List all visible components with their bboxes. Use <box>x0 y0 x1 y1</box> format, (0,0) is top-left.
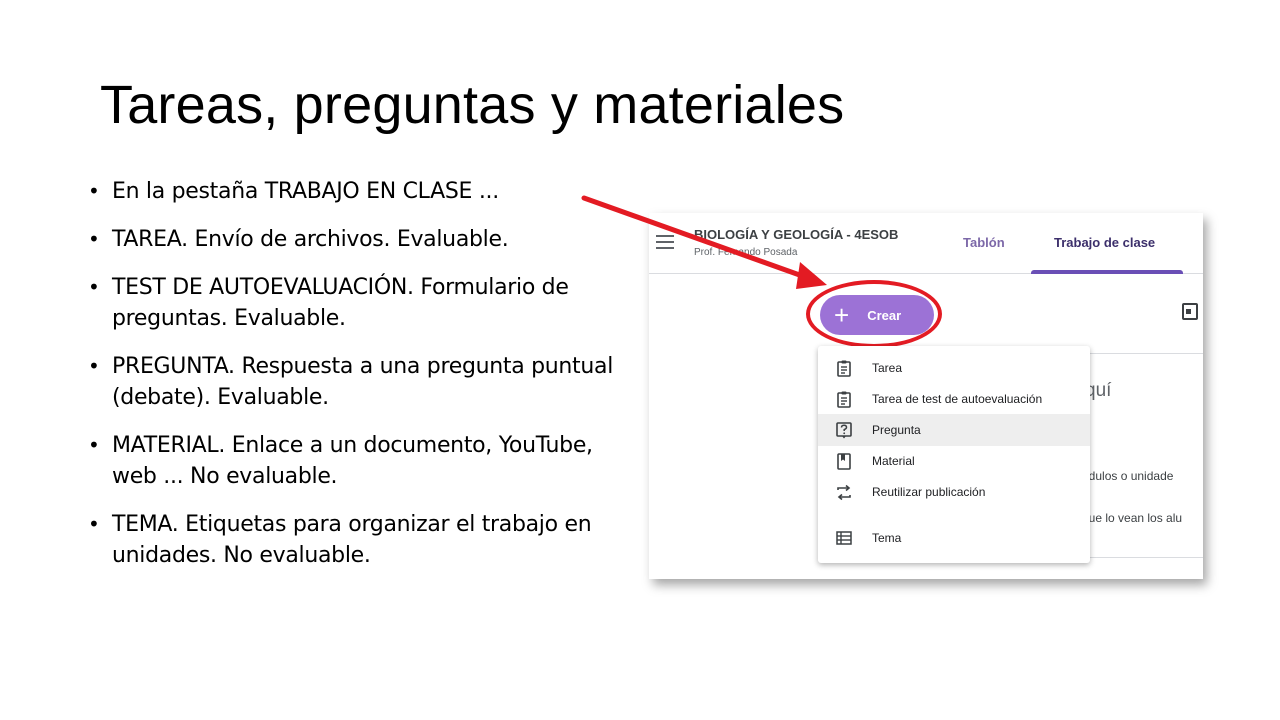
menu-item-tema[interactable]: Tema <box>818 522 1090 554</box>
menu-item-pregunta[interactable]: Pregunta <box>818 414 1090 446</box>
menu-item-material[interactable]: Material <box>818 445 1090 477</box>
bullet-dot-icon: • <box>88 433 100 457</box>
bullet-item: • TAREA. Envío de archivos. Evaluable. <box>88 224 618 255</box>
calendar-icon[interactable] <box>1182 303 1198 320</box>
question-icon <box>836 421 852 439</box>
bullet-dot-icon: • <box>88 512 100 536</box>
course-name: BIOLOGÍA Y GEOLOGÍA - 4ESOB <box>694 227 899 242</box>
bullet-item: • PREGUNTA. Respuesta a una pregunta punt… <box>88 351 618 413</box>
course-teacher: Prof. Fernando Posada <box>694 247 798 258</box>
quiz-assignment-icon <box>836 390 852 408</box>
reuse-icon <box>836 483 852 501</box>
background-text-line: que lo vean los alu <box>1082 511 1183 525</box>
background-text-line: ódulos o unidade <box>1082 469 1174 483</box>
bullet-list: • En la pestaña TRABAJO EN CLASE ... • TAR… <box>88 176 618 588</box>
menu-icon[interactable] <box>656 235 674 249</box>
bullet-item: • TEMA. Etiquetas para organizar el traba… <box>88 509 618 571</box>
classroom-header: BIOLOGÍA Y GEOLOGÍA - 4ESOB Prof. Fernan… <box>649 213 1203 274</box>
create-menu: Tarea Tarea de test de autoevaluación Pr… <box>818 346 1090 563</box>
bullet-dot-icon: • <box>88 179 100 203</box>
tab-tablon[interactable]: Tablón <box>963 235 1005 250</box>
classroom-screenshot: BIOLOGÍA Y GEOLOGÍA - 4ESOB Prof. Fernan… <box>649 213 1203 579</box>
material-icon <box>836 452 852 470</box>
topic-icon <box>836 529 852 547</box>
menu-item-test-autoevaluacion[interactable]: Tarea de test de autoevaluación <box>818 383 1090 415</box>
active-tab-indicator <box>1031 270 1183 274</box>
annotation-circle <box>806 280 942 348</box>
menu-item-reutilizar-publicacion[interactable]: Reutilizar publicación <box>818 476 1090 508</box>
bullet-dot-icon: • <box>88 354 100 378</box>
bullet-dot-icon: • <box>88 227 100 251</box>
slide-title: Tareas, preguntas y materiales <box>100 75 845 135</box>
bullet-item: • En la pestaña TRABAJO EN CLASE ... <box>88 176 618 207</box>
bullet-item: • TEST DE AUTOEVALUACIÓN. Formulario de p… <box>88 272 618 334</box>
menu-item-tarea[interactable]: Tarea <box>818 352 1090 384</box>
tab-trabajo-de-clase[interactable]: Trabajo de clase <box>1054 235 1155 250</box>
assignment-icon <box>836 359 852 377</box>
bullet-dot-icon: • <box>88 275 100 299</box>
bullet-item: • MATERIAL. Enlace a un documento, YouTub… <box>88 430 618 492</box>
